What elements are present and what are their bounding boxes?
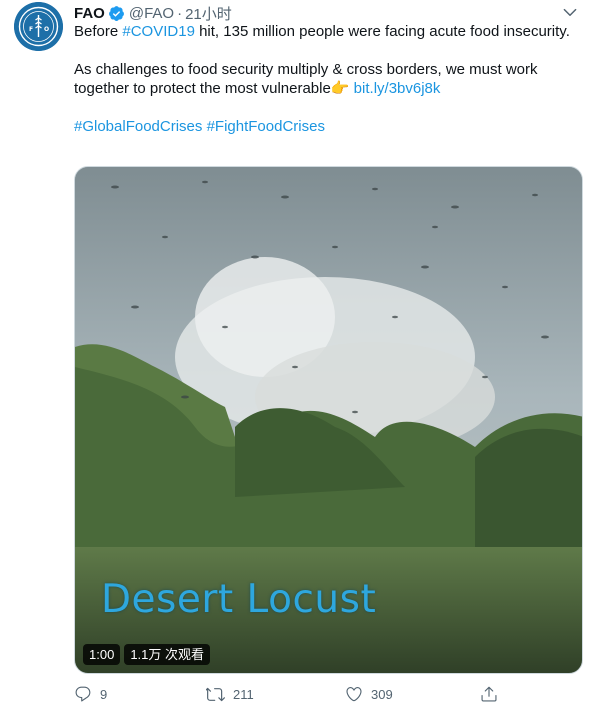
svg-text:F: F xyxy=(29,26,33,33)
hashtag-fightfoodcrises[interactable]: #FightFoodCrises xyxy=(207,118,325,135)
separator-dot: · xyxy=(177,4,183,22)
tweet-paragraph-3: #GlobalFoodCrises #FightFoodCrises xyxy=(74,117,580,136)
tweet-text-segment: As challenges to food security multiply … xyxy=(74,61,538,97)
tweet-paragraph-2: As challenges to food security multiply … xyxy=(74,60,580,98)
share-icon xyxy=(480,685,498,703)
tweet-link[interactable]: bit.ly/3bv6j8k xyxy=(350,80,441,97)
author-name[interactable]: FAO xyxy=(74,5,105,22)
svg-text:O: O xyxy=(44,26,49,33)
tweet-text-segment: Before xyxy=(74,23,123,40)
video-player[interactable]: Desert Locust 1:00 1.1万 次观看 xyxy=(74,166,583,674)
video-duration: 1:00 xyxy=(83,644,121,665)
like-button[interactable]: 309 xyxy=(345,682,393,706)
hashtag-covid19[interactable]: #COVID19 xyxy=(122,23,195,40)
pointing-hand-emoji: 👉 xyxy=(330,80,350,97)
avatar[interactable]: F O xyxy=(14,2,63,51)
like-count: 309 xyxy=(371,686,393,702)
retweet-count: 211 xyxy=(233,686,254,702)
tweet-header: FAO @FAO · 21小时 xyxy=(74,3,232,23)
video-overlay-title: Desert Locust xyxy=(101,577,377,622)
author-handle[interactable]: @FAO xyxy=(129,5,174,22)
retweet-icon xyxy=(206,685,225,704)
verified-badge-icon xyxy=(108,5,125,22)
fao-logo-icon: F O xyxy=(14,2,63,51)
hashtag-globalfoodcrises[interactable]: #GlobalFoodCrises xyxy=(74,118,202,135)
tweet-card[interactable]: F O FAO @FAO · 21小时 Before #COVID19 hit,… xyxy=(0,0,590,714)
tweet-text-segment: hit, 135 million people were facing acut… xyxy=(194,23,570,40)
reply-icon xyxy=(74,685,92,703)
tweet-timestamp[interactable]: 21小时 xyxy=(185,3,232,24)
reply-count: 9 xyxy=(100,686,108,702)
video-badges: 1:00 1.1万 次观看 xyxy=(83,644,210,665)
tweet-paragraph-1: Before #COVID19 hit, 135 million people … xyxy=(74,22,580,41)
tweet-actions: 9 211 309 xyxy=(74,682,580,706)
more-icon[interactable] xyxy=(558,2,582,22)
reply-button[interactable]: 9 xyxy=(74,682,107,706)
tweet-text: Before #COVID19 hit, 135 million people … xyxy=(74,22,580,136)
retweet-button[interactable]: 211 xyxy=(206,682,254,706)
like-icon xyxy=(345,685,363,703)
video-view-count: 1.1万 次观看 xyxy=(124,644,210,665)
share-button[interactable] xyxy=(480,682,498,706)
